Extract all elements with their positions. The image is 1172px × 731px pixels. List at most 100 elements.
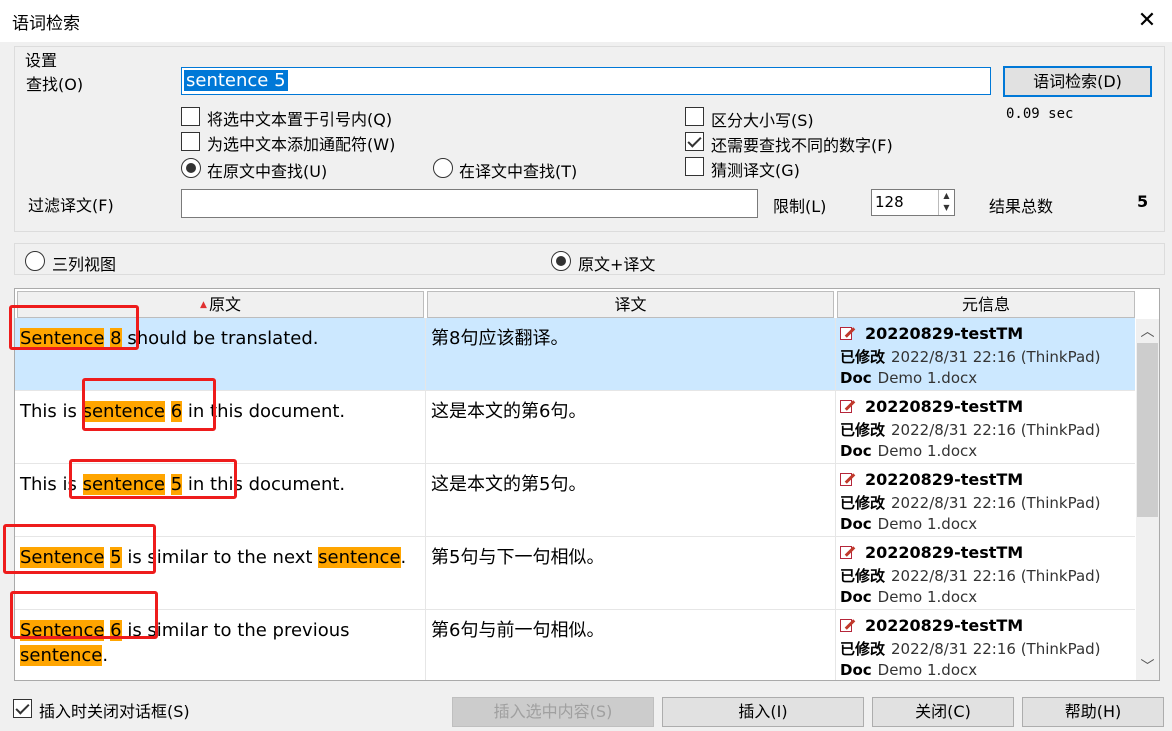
modified-label: 已修改 [840,348,886,366]
column-divider [425,464,426,536]
wildcard-checkbox[interactable] [181,132,200,151]
spin-down-icon[interactable]: ▼ [939,202,954,214]
close-on-insert-checkbox[interactable] [13,699,32,718]
three-column-radio[interactable] [25,251,45,271]
table-row[interactable]: Sentence 5 is similar to the next senten… [15,537,1135,610]
modified-label: 已修改 [840,640,886,658]
doc-value: Demo 1.docx [877,442,978,460]
tm-name: 20220829-testTM [865,397,1024,416]
search-source-radio[interactable] [181,158,201,178]
filter-input[interactable] [181,189,758,218]
match-highlight: sentence [318,547,401,568]
modified-value: 2022/8/31 22:16 (ThinkPad) [891,567,1101,585]
doc-value: Demo 1.docx [877,661,978,679]
scroll-thumb[interactable] [1137,343,1158,517]
modified-value: 2022/8/31 22:16 (ThinkPad) [891,348,1101,366]
annotation-box [10,591,158,639]
guess-translation-label: 猜测译文(G) [711,161,800,180]
help-button[interactable]: 帮助(H) [1022,697,1164,727]
column-divider [835,318,836,390]
doc-line: Doc Demo 1.docx [840,659,1140,680]
elapsed-time: 0.09 sec [1006,106,1074,122]
scroll-up-icon[interactable]: ︿ [1136,321,1159,343]
limit-label: 限制(L) [773,197,827,216]
meta-cell: 20220829-testTM 已修改 2022/8/31 22:16 (Think… [840,322,1140,390]
edit-document-icon [840,545,856,560]
modified-label: 已修改 [840,421,886,439]
doc-label: Doc [840,442,872,460]
column-divider [425,610,426,680]
meta-cell: 20220829-testTM 已修改 2022/8/31 22:16 (Think… [840,395,1140,463]
title-bar: 语词检索 ✕ [0,0,1172,42]
doc-label: Doc [840,369,872,387]
target-cell: 这是本文的第6句。 [431,401,587,422]
modified-label: 已修改 [840,494,886,512]
guess-translation-checkbox[interactable] [685,157,704,176]
search-target-radio[interactable] [433,158,453,178]
search-source-label: 在原文中查找(U) [207,162,328,181]
tm-name: 20220829-testTM [865,543,1024,562]
source-text: should be translated. [121,328,319,349]
window-title: 语词检索 [12,14,80,34]
modified-line: 已修改 2022/8/31 22:16 (ThinkPad) [840,565,1140,588]
source-header-label: 原文 [208,295,241,314]
annotation-box [3,524,156,574]
doc-line: Doc Demo 1.docx [840,513,1140,536]
modified-value: 2022/8/31 22:16 (ThinkPad) [891,421,1101,439]
annotation-box [69,459,237,499]
total-value: 5 [1137,192,1149,211]
close-icon[interactable]: ✕ [1128,2,1166,40]
close-on-insert-label: 插入时关闭对话框(S) [39,702,190,721]
doc-label: Doc [840,661,872,679]
modified-line: 已修改 2022/8/31 22:16 (ThinkPad) [840,492,1140,515]
find-label: 查找(O) [26,75,84,94]
edit-document-icon [840,618,856,633]
edit-document-icon [840,472,856,487]
search-button[interactable]: 语词检索(D) [1003,66,1152,97]
doc-line: Doc Demo 1.docx [840,586,1140,609]
target-cell: 第5句与下一句相似。 [431,547,605,568]
column-divider [425,537,426,609]
tm-line: 20220829-testTM [840,395,1140,419]
source-target-label: 原文+译文 [578,255,656,274]
doc-line: Doc Demo 1.docx [840,367,1140,390]
wildcard-label: 为选中文本添加通配符(W) [207,135,396,154]
quote-selection-label: 将选中文本置于引号内(Q) [207,110,393,129]
target-cell: 第6句与前一句相似。 [431,620,605,641]
spin-up-icon[interactable]: ▲ [939,190,954,202]
modified-label: 已修改 [840,567,886,585]
tm-name: 20220829-testTM [865,616,1024,635]
tm-line: 20220829-testTM [840,322,1140,346]
different-numbers-checkbox[interactable] [685,132,704,151]
limit-spinner[interactable]: 128 ▲ ▼ [871,189,955,216]
meta-header-label: 元信息 [961,295,1010,314]
meta-column-header[interactable]: 元信息 [837,291,1135,318]
vertical-scrollbar[interactable]: ︿ ﹀ [1136,319,1159,680]
modified-value: 2022/8/31 22:16 (ThinkPad) [891,640,1101,658]
sort-ascending-icon: ▲ [200,300,207,310]
table-row[interactable]: Sentence 6 is similar to the previous se… [15,610,1135,680]
case-sensitive-checkbox[interactable] [685,107,704,126]
modified-line: 已修改 2022/8/31 22:16 (ThinkPad) [840,419,1140,442]
annotation-box [9,305,139,350]
edit-document-icon [840,326,856,341]
close-button[interactable]: 关闭(C) [872,697,1014,727]
insert-selected-button[interactable]: 插入选中内容(S) [452,697,654,727]
quote-selection-checkbox[interactable] [181,107,200,126]
limit-value: 128 [875,193,904,211]
scroll-down-icon[interactable]: ﹀ [1136,656,1159,678]
source-text: This is [20,401,83,422]
tm-line: 20220829-testTM [840,468,1140,492]
three-column-label: 三列视图 [52,255,117,274]
total-label: 结果总数 [989,197,1054,216]
find-input-value: sentence 5 [184,70,288,91]
target-column-header[interactable]: 译文 [427,291,834,318]
settings-group-label: 设置 [23,47,60,71]
tm-name: 20220829-testTM [865,470,1024,489]
different-numbers-label: 还需要查找不同的数字(F) [711,136,893,155]
insert-button[interactable]: 插入(I) [662,697,864,727]
meta-cell: 20220829-testTM 已修改 2022/8/31 22:16 (Think… [840,614,1140,680]
find-input[interactable]: sentence 5 [181,67,991,95]
source-text: . [102,645,109,666]
source-target-radio[interactable] [551,251,571,271]
